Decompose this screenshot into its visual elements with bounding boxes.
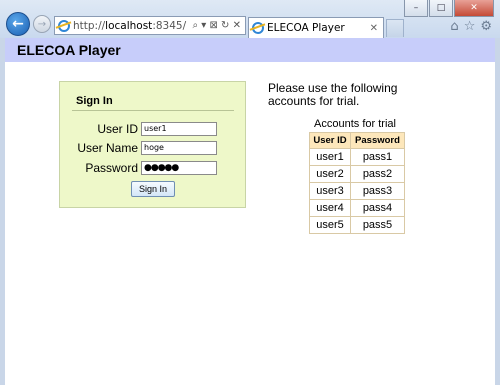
cell-user-id: user4 xyxy=(309,199,351,217)
browser-tab[interactable]: ELECOA Player ✕ xyxy=(248,17,384,38)
cell-user-id: user1 xyxy=(309,148,351,166)
signin-divider xyxy=(72,110,234,111)
user-id-input[interactable]: user1 xyxy=(141,122,217,136)
cell-password: pass2 xyxy=(350,165,405,183)
accounts-table: User ID Password user1 pass1 user2 pass2… xyxy=(309,132,405,234)
page-title: ELECOA Player xyxy=(5,38,495,62)
password-row: Password ●●●●● xyxy=(60,161,247,175)
signin-title: Sign In xyxy=(76,95,113,107)
signin-panel: Sign In User ID user1 User Name hoge Pas… xyxy=(59,81,246,208)
column-header-user-id: User ID xyxy=(309,132,351,149)
password-input[interactable]: ●●●●● xyxy=(141,161,217,175)
browser-right-icons: ⌂ ☆ ⚙ xyxy=(450,19,492,34)
favorites-star-icon[interactable]: ☆ xyxy=(464,19,476,34)
user-name-row: User Name hoge xyxy=(60,141,247,155)
table-row: user5 pass5 xyxy=(309,216,405,234)
table-row: user1 pass1 xyxy=(309,148,405,166)
window-controls: – □ ✕ xyxy=(404,0,494,17)
table-header-row: User ID Password xyxy=(309,132,405,149)
tab-ie-icon xyxy=(252,22,264,34)
address-bar[interactable]: http://localhost:8345/ ⌕ ▾ ⊠ ↻ ✕ xyxy=(54,16,246,35)
cell-user-id: user5 xyxy=(309,216,351,234)
back-button[interactable]: ← xyxy=(6,12,30,36)
tab-title: ELECOA Player xyxy=(267,22,345,34)
minimize-button[interactable]: – xyxy=(404,0,428,17)
url-scheme: http:// xyxy=(73,19,106,32)
trial-message: Please use the following accounts for tr… xyxy=(268,81,398,108)
cell-user-id: user3 xyxy=(309,182,351,200)
url-port-path: :8345/ xyxy=(152,19,187,32)
browser-toolbar: – □ ✕ ← → http://localhost:8345/ ⌕ ▾ ⊠ ↻… xyxy=(0,0,500,39)
back-arrow-icon: ← xyxy=(12,16,24,32)
address-url[interactable]: http://localhost:8345/ xyxy=(73,20,193,32)
password-label: Password xyxy=(85,161,138,175)
table-row: user4 pass4 xyxy=(309,199,405,217)
address-tools[interactable]: ⌕ ▾ ⊠ ↻ ✕ xyxy=(193,20,245,31)
window-frame-left xyxy=(0,38,5,385)
new-tab-button[interactable] xyxy=(386,19,404,37)
accounts-table-caption: Accounts for trial xyxy=(314,118,396,130)
maximize-button[interactable]: □ xyxy=(429,0,453,17)
column-header-password: Password xyxy=(350,132,405,149)
cell-user-id: user2 xyxy=(309,165,351,183)
user-name-label: User Name xyxy=(77,141,138,155)
user-name-input[interactable]: hoge xyxy=(141,141,217,155)
tools-gear-icon[interactable]: ⚙ xyxy=(480,19,492,34)
home-icon[interactable]: ⌂ xyxy=(450,19,458,34)
close-window-button[interactable]: ✕ xyxy=(454,0,494,17)
url-host: localhost xyxy=(105,19,153,32)
tab-close-icon[interactable]: ✕ xyxy=(365,23,383,34)
cell-password: pass5 xyxy=(350,216,405,234)
table-row: user2 pass2 xyxy=(309,165,405,183)
table-row: user3 pass3 xyxy=(309,182,405,200)
signin-button[interactable]: Sign In xyxy=(131,181,175,197)
cell-password: pass4 xyxy=(350,199,405,217)
user-id-label: User ID xyxy=(97,122,138,136)
user-id-row: User ID user1 xyxy=(60,122,247,136)
cell-password: pass3 xyxy=(350,182,405,200)
forward-arrow-icon: → xyxy=(37,18,47,30)
window-frame-right xyxy=(495,38,500,385)
cell-password: pass1 xyxy=(350,148,405,166)
ie-page-icon xyxy=(58,19,70,32)
forward-button[interactable]: → xyxy=(33,15,51,33)
